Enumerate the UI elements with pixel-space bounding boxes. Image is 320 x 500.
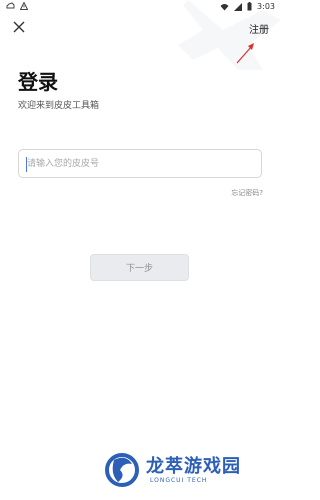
pipi-id-field[interactable] — [18, 149, 262, 178]
dragon-logo-icon — [105, 453, 139, 487]
register-link[interactable]: 注册 — [249, 21, 269, 36]
next-button-label: 下一步 — [125, 264, 153, 274]
red-arrow-icon — [236, 43, 254, 64]
next-button[interactable]: 下一步 — [90, 254, 189, 281]
watermark-logo-subtext: LONGCUI TECH — [150, 477, 208, 484]
watermark-logo: 龙萃游戏园 LONGCUI TECH — [104, 450, 274, 494]
page-subtitle: 欢迎来到皮皮工具箱 — [18, 101, 100, 111]
page-title: 登录 — [18, 70, 58, 94]
close-icon[interactable] — [12, 20, 26, 34]
pipi-id-input[interactable] — [27, 156, 253, 172]
forgot-password-link[interactable]: 忘记密码? — [231, 188, 263, 198]
warning-icon — [20, 2, 28, 10]
cloud-icon — [6, 2, 15, 9]
watermark-logo-text: 龙萃游戏园 — [146, 456, 241, 477]
status-left-icons — [6, 2, 28, 10]
